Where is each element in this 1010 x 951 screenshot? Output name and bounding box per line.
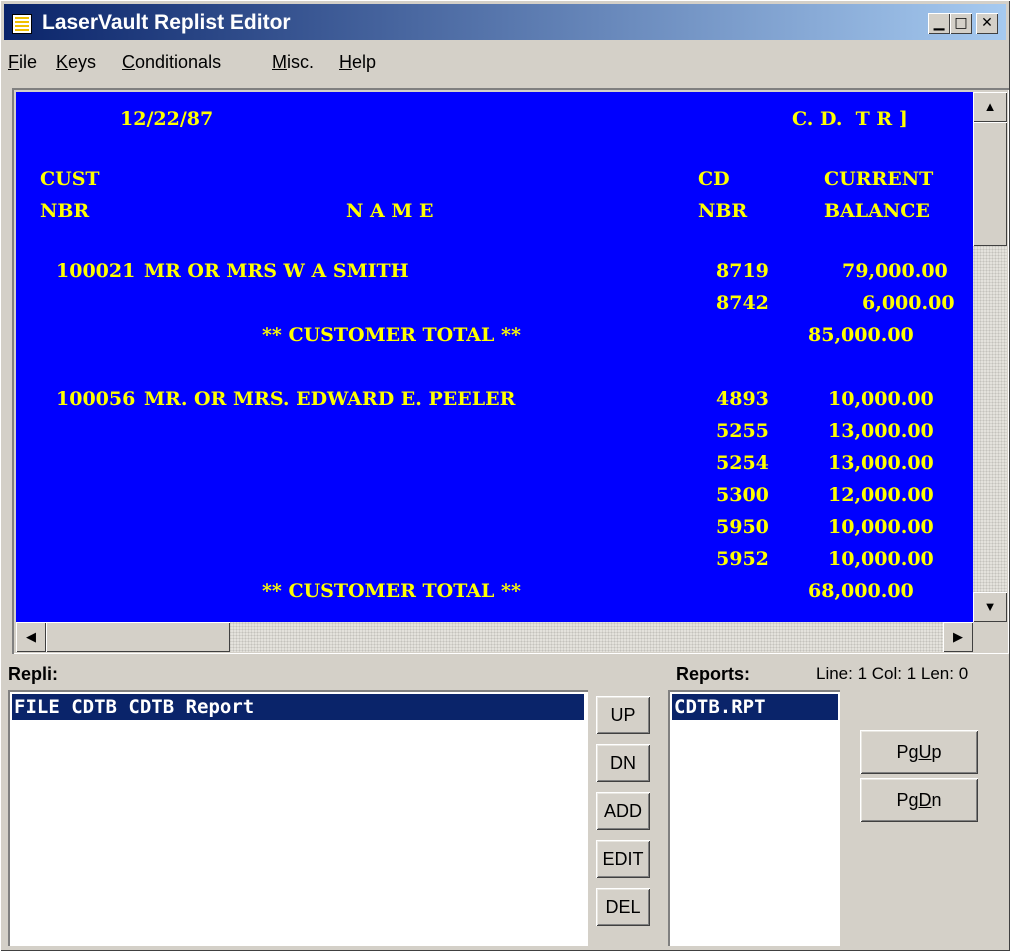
replist-listbox[interactable]: FILE CDTB CDTB Report — [8, 690, 588, 946]
header-cust-nbr: NBR — [40, 200, 90, 222]
replist-label: Repli: — [8, 664, 59, 684]
cd-balance: 13,000.00 — [828, 420, 934, 442]
customer-total: 85,000.00 — [808, 324, 914, 346]
reports-listbox[interactable]: CDTB.RPT — [668, 690, 840, 946]
header-name: N A M E — [346, 200, 434, 222]
cd-number: 5300 — [716, 484, 769, 506]
edit-button[interactable]: EDIT — [596, 840, 650, 878]
report-viewer[interactable]: 12/22/87 C. D. T R ] CUST CD CURRENT NBR… — [16, 92, 973, 622]
cd-balance: 10,000.00 — [828, 388, 934, 410]
reports-item[interactable]: CDTB.RPT — [672, 694, 838, 720]
cd-balance: 12,000.00 — [828, 484, 934, 506]
menu-file[interactable]: File — [8, 52, 37, 73]
cd-number: 5254 — [716, 452, 769, 474]
header-current: CURRENT — [824, 168, 934, 190]
cd-balance: 79,000.00 — [842, 260, 948, 282]
title-bar[interactable]: LaserVault Replist Editor ▁ □ ✕ — [4, 4, 1006, 40]
minimize-button[interactable]: ▁ — [928, 13, 950, 34]
page-up-button[interactable]: PgUp — [860, 730, 978, 774]
menu-misc[interactable]: Misc. — [272, 52, 314, 73]
report-date: 12/22/87 — [120, 108, 214, 130]
menu-conditionals[interactable]: Conditionals — [122, 52, 221, 73]
cust-name: MR OR MRS W A SMITH — [144, 260, 409, 282]
menu-help[interactable]: Help — [339, 52, 376, 73]
cust-number: 100021 — [56, 260, 136, 282]
cd-balance: 13,000.00 — [828, 452, 934, 474]
reports-label: Reports: — [676, 664, 751, 684]
menu-bar: File Keys Conditionals Misc. Help — [4, 44, 1006, 80]
horizontal-scroll-thumb[interactable] — [46, 622, 230, 652]
vertical-scrollbar[interactable]: ▲ ▼ — [973, 92, 1007, 622]
cd-number: 8742 — [716, 292, 769, 314]
header-cust: CUST — [40, 168, 100, 190]
scroll-left-arrow-icon[interactable]: ◀ — [16, 622, 46, 652]
window-title: LaserVault Replist Editor — [42, 11, 291, 34]
up-button[interactable]: UP — [596, 696, 650, 734]
app-icon — [12, 14, 32, 34]
customer-total: 68,000.00 — [808, 580, 914, 602]
maximize-button[interactable]: □ — [950, 13, 972, 34]
down-button[interactable]: DN — [596, 744, 650, 782]
menu-keys[interactable]: Keys — [56, 52, 96, 73]
vertical-scroll-thumb[interactable] — [973, 122, 1007, 246]
customer-total-label: ** CUSTOMER TOTAL ** — [262, 580, 521, 602]
customer-total-label: ** CUSTOMER TOTAL ** — [262, 324, 521, 346]
cd-number: 4893 — [716, 388, 769, 410]
horizontal-scrollbar[interactable]: ◀ ▶ — [16, 622, 973, 652]
cust-name: MR. OR MRS. EDWARD E. PEELER — [144, 388, 516, 410]
close-button[interactable]: ✕ — [976, 13, 998, 34]
add-button[interactable]: ADD — [596, 792, 650, 830]
cd-number: 5255 — [716, 420, 769, 442]
scroll-down-arrow-icon[interactable]: ▼ — [973, 592, 1007, 622]
header-balance: BALANCE — [824, 200, 930, 222]
replist-item[interactable]: FILE CDTB CDTB Report — [12, 694, 584, 720]
delete-button[interactable]: DEL — [596, 888, 650, 926]
app-window: LaserVault Replist Editor ▁ □ ✕ File Key… — [0, 0, 1010, 951]
scroll-corner — [973, 622, 1007, 652]
cd-balance: 6,000.00 — [862, 292, 955, 314]
scroll-right-arrow-icon[interactable]: ▶ — [943, 622, 973, 652]
cd-number: 5950 — [716, 516, 769, 538]
cursor-status: Line: 1 Col: 1 Len: 0 — [816, 664, 969, 683]
header-cd-nbr: NBR — [698, 200, 748, 222]
header-cd: CD — [698, 168, 730, 190]
cd-number: 5952 — [716, 548, 769, 570]
cd-number: 8719 — [716, 260, 769, 282]
cust-number: 100056 — [56, 388, 136, 410]
scroll-up-arrow-icon[interactable]: ▲ — [973, 92, 1007, 122]
cd-balance: 10,000.00 — [828, 548, 934, 570]
page-down-button[interactable]: PgDn — [860, 778, 978, 822]
cd-balance: 10,000.00 — [828, 516, 934, 538]
report-title: C. D. T R ] — [792, 108, 908, 130]
